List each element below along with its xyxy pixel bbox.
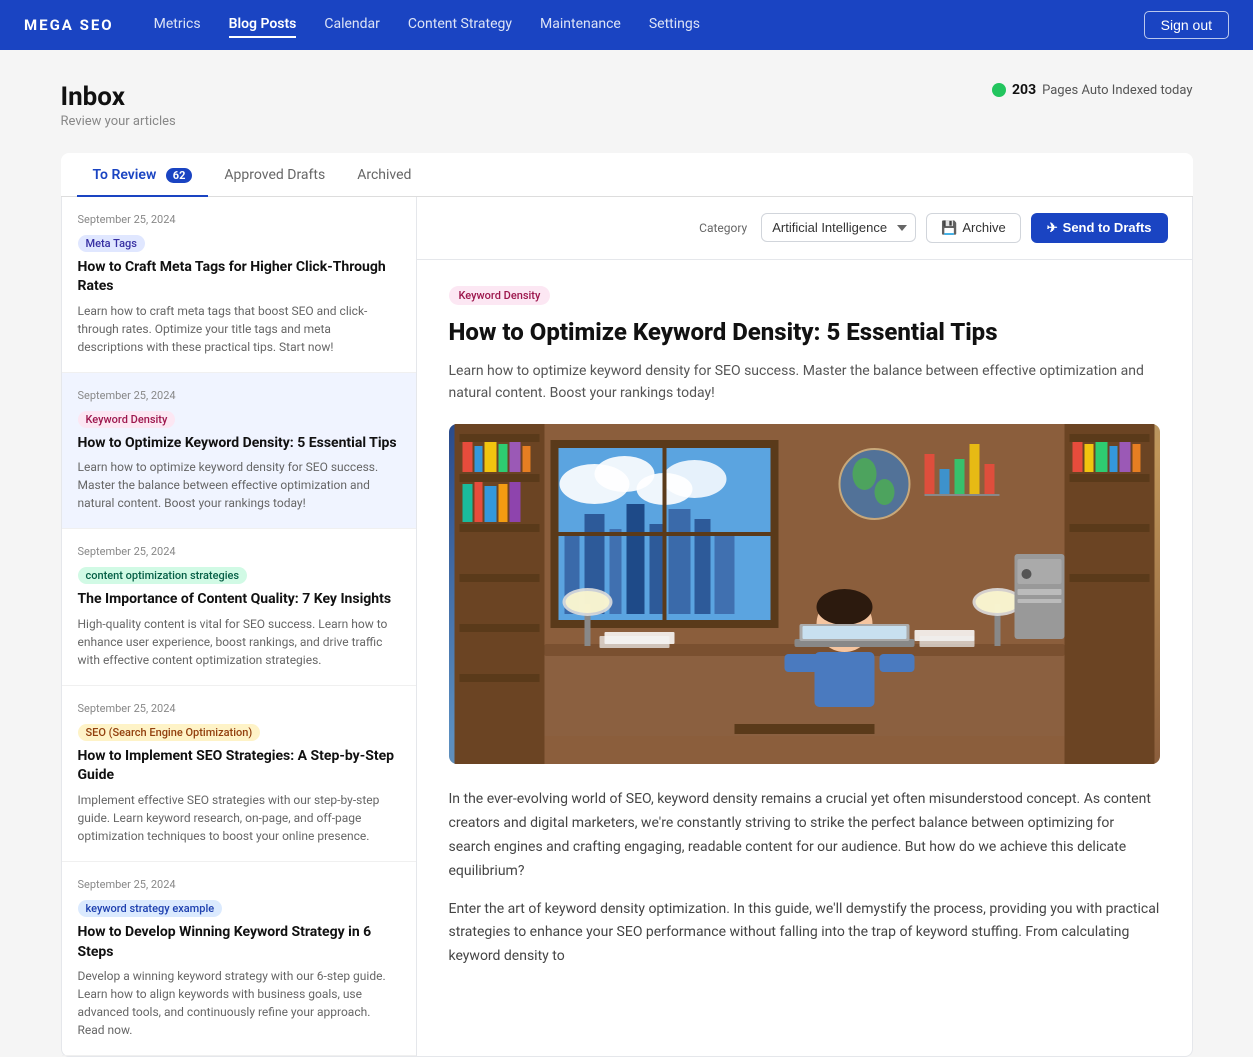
archive-icon: 💾	[941, 220, 957, 236]
article-desc: Learn how to optimize keyword density fo…	[78, 458, 400, 512]
detail-tag: Keyword Density	[449, 286, 551, 305]
nav-links: Metrics Blog Posts Calendar Content Stra…	[154, 12, 1144, 38]
article-desc: Implement effective SEO strategies with …	[78, 791, 400, 845]
detail-body-p2: Enter the art of keyword density optimiz…	[449, 898, 1160, 969]
article-date: September 25, 2024	[78, 213, 400, 226]
page-subtitle: Review your articles	[61, 114, 176, 129]
detail-illustration	[449, 424, 1160, 764]
article-item[interactable]: September 25, 2024 Meta Tags How to Craf…	[62, 197, 416, 373]
article-date: September 25, 2024	[78, 878, 400, 891]
page-container: Inbox Review your articles 203 Pages Aut…	[37, 50, 1217, 1057]
tab-to-review[interactable]: To Review 62	[77, 153, 209, 197]
main-layout: September 25, 2024 Meta Tags How to Craf…	[61, 197, 1193, 1057]
article-title: The Importance of Content Quality: 7 Key…	[78, 590, 400, 610]
article-date: September 25, 2024	[78, 389, 400, 402]
article-item[interactable]: September 25, 2024 Keyword Density How t…	[62, 373, 416, 530]
article-tag: Keyword Density	[78, 411, 176, 428]
article-desc: Develop a winning keyword strategy with …	[78, 967, 400, 1039]
article-title: How to Craft Meta Tags for Higher Click-…	[78, 258, 400, 297]
article-detail: Category Artificial Intelligence SEO Con…	[417, 197, 1192, 1057]
navbar: MEGA SEO Metrics Blog Posts Calendar Con…	[0, 0, 1253, 50]
detail-toolbar: Category Artificial Intelligence SEO Con…	[417, 197, 1192, 260]
archive-button[interactable]: 💾 Archive	[926, 213, 1021, 243]
signout-button[interactable]: Sign out	[1144, 11, 1229, 39]
article-tag: content optimization strategies	[78, 567, 248, 584]
tab-badge-to-review: 62	[166, 168, 193, 183]
article-item[interactable]: September 25, 2024 keyword strategy exam…	[62, 862, 416, 1056]
article-title: How to Implement SEO Strategies: A Step-…	[78, 747, 400, 786]
nav-link-settings[interactable]: Settings	[649, 12, 700, 38]
indexed-count: 203	[1012, 82, 1036, 98]
send-icon: ✈	[1047, 220, 1058, 236]
article-title: How to Develop Winning Keyword Strategy …	[78, 923, 400, 962]
indexed-dot-icon	[992, 83, 1006, 97]
tabs-bar: To Review 62 Approved Drafts Archived	[61, 153, 1193, 197]
page-title: Inbox	[61, 82, 176, 112]
article-item[interactable]: September 25, 2024 SEO (Search Engine Op…	[62, 686, 416, 862]
article-date: September 25, 2024	[78, 545, 400, 558]
detail-image	[449, 424, 1160, 764]
nav-link-maintenance[interactable]: Maintenance	[540, 12, 621, 38]
page-header: Inbox Review your articles 203 Pages Aut…	[61, 82, 1193, 129]
category-label: Category	[699, 221, 747, 235]
detail-desc: Learn how to optimize keyword density fo…	[449, 360, 1160, 405]
tab-approved-drafts[interactable]: Approved Drafts	[208, 153, 341, 197]
nav-link-content-strategy[interactable]: Content Strategy	[408, 12, 512, 38]
article-item[interactable]: September 25, 2024 content optimization …	[62, 529, 416, 686]
nav-link-metrics[interactable]: Metrics	[154, 12, 201, 38]
article-date: September 25, 2024	[78, 702, 400, 715]
indexed-label: Pages Auto Indexed today	[1042, 83, 1192, 98]
detail-title: How to Optimize Keyword Density: 5 Essen…	[449, 317, 1160, 348]
article-tag: keyword strategy example	[78, 900, 223, 917]
category-select[interactable]: Artificial Intelligence SEO Content Mark…	[761, 213, 916, 242]
article-tag: Meta Tags	[78, 235, 145, 252]
article-list: September 25, 2024 Meta Tags How to Craf…	[62, 197, 417, 1057]
article-desc: Learn how to craft meta tags that boost …	[78, 302, 400, 356]
nav-link-calendar[interactable]: Calendar	[324, 12, 380, 38]
detail-body: In the ever-evolving world of SEO, keywo…	[449, 788, 1160, 969]
send-to-drafts-button[interactable]: ✈ Send to Drafts	[1031, 213, 1168, 243]
article-title: How to Optimize Keyword Density: 5 Essen…	[78, 434, 400, 454]
detail-body-p1: In the ever-evolving world of SEO, keywo…	[449, 788, 1160, 883]
nav-logo: MEGA SEO	[24, 16, 114, 34]
nav-link-blog-posts[interactable]: Blog Posts	[229, 12, 297, 38]
tab-archived[interactable]: Archived	[341, 153, 427, 197]
detail-content: Keyword Density How to Optimize Keyword …	[417, 260, 1192, 1008]
indexed-badge: 203 Pages Auto Indexed today	[992, 82, 1193, 98]
header-left: Inbox Review your articles	[61, 82, 176, 129]
article-desc: High-quality content is vital for SEO su…	[78, 615, 400, 669]
article-tag: SEO (Search Engine Optimization)	[78, 724, 261, 741]
